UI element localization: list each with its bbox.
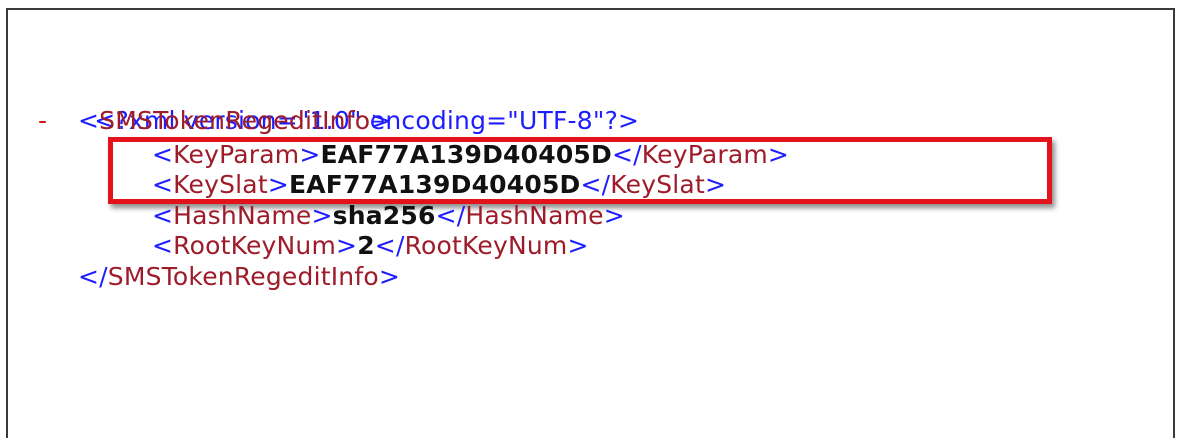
close-bracket: > bbox=[567, 231, 589, 260]
hashname-close-tag: HashName bbox=[465, 201, 604, 230]
hashname-open-tag: HashName bbox=[173, 201, 312, 230]
close-bracket: > bbox=[603, 201, 625, 230]
open-bracket: < bbox=[152, 201, 174, 230]
root-tag-name: SMSTokenRegeditInfo bbox=[99, 106, 371, 135]
root-close-tag: </SMSTokenRegeditInfo> bbox=[78, 262, 400, 292]
open-bracket: < bbox=[152, 231, 174, 260]
rootkeynum-element: <RootKeyNum>2</RootKeyNum> bbox=[152, 231, 589, 261]
close-bracket: > bbox=[311, 201, 333, 230]
hashname-element: <HashName>sha256</HashName> bbox=[152, 201, 625, 231]
rootkeynum-value: 2 bbox=[357, 231, 375, 260]
close-bracket: > bbox=[378, 262, 400, 291]
rootkeynum-close-tag: RootKeyNum bbox=[404, 231, 568, 260]
collapse-toggle[interactable]: - bbox=[38, 106, 47, 136]
open-close-bracket: </ bbox=[78, 262, 108, 291]
open-close-bracket: </ bbox=[374, 231, 405, 260]
close-bracket: > bbox=[370, 106, 392, 135]
open-close-bracket: </ bbox=[435, 201, 466, 230]
highlight-box bbox=[108, 137, 1052, 204]
open-bracket: < bbox=[78, 106, 100, 135]
hashname-value: sha256 bbox=[332, 201, 436, 230]
root-close-tag-name: SMSTokenRegeditInfo bbox=[107, 262, 379, 291]
root-open-tag: <SMSTokenRegeditInfo> bbox=[78, 106, 391, 136]
rootkeynum-open-tag: RootKeyNum bbox=[173, 231, 337, 260]
close-bracket: > bbox=[336, 231, 358, 260]
